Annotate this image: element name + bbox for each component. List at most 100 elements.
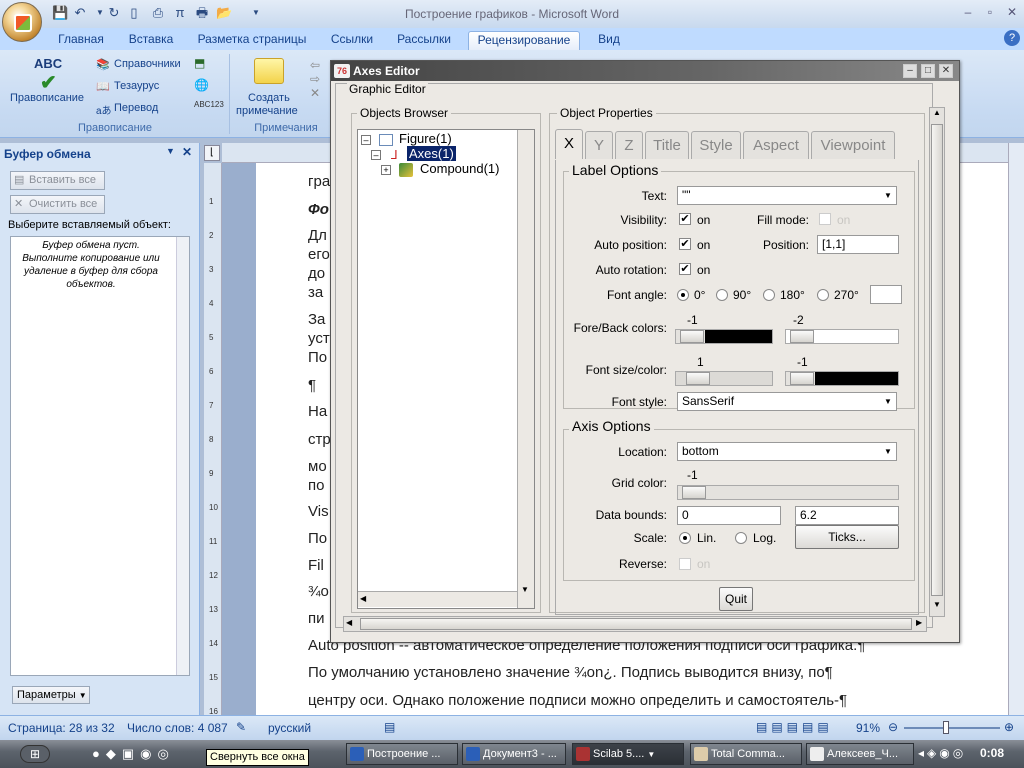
scroll-left-icon[interactable]: ◀ — [346, 618, 352, 627]
font-color-slider[interactable] — [785, 371, 899, 386]
spelling-button[interactable]: Правописание — [10, 92, 84, 104]
equation-icon[interactable]: π — [172, 5, 188, 21]
dialog-maximize-icon[interactable]: □ — [921, 64, 935, 78]
slider-thumb[interactable] — [686, 372, 710, 385]
clipboard-scrollbar[interactable] — [176, 237, 189, 675]
tree-scroll-left-icon[interactable]: ◀ — [360, 594, 366, 603]
thesaurus-button[interactable]: 📖 Тезаурус — [96, 80, 159, 93]
document-scrollbar[interactable] — [1008, 143, 1024, 715]
tree-hscroll[interactable]: ◀ — [358, 591, 517, 607]
angle-90-radio[interactable] — [716, 289, 728, 301]
tree-collapse-icon[interactable]: – — [361, 135, 371, 145]
tree-item-compound[interactable]: Compound(1) — [420, 161, 500, 176]
font-size-slider[interactable] — [675, 371, 773, 386]
open-icon[interactable]: 📂 — [216, 5, 232, 21]
dialog-vscroll[interactable]: ▲ ▼ — [929, 107, 945, 617]
tree-collapse-icon[interactable]: – — [371, 150, 381, 160]
taskbar-item-word2[interactable]: Документ3 - ... — [462, 743, 566, 765]
pane-options-icon[interactable]: ▼ — [166, 146, 175, 156]
slider-thumb[interactable] — [790, 330, 814, 343]
slider-thumb[interactable] — [682, 486, 706, 499]
macro-icon[interactable]: ▤ — [384, 720, 395, 734]
fill-mode-checkbox[interactable] — [819, 213, 831, 225]
translate-button[interactable]: aあ Перевод — [96, 102, 158, 117]
status-page[interactable]: Страница: 28 из 32 — [8, 721, 115, 735]
comment-nav-icons[interactable]: ⇦ ⇨ ✕ — [310, 58, 324, 118]
tree-scroll-down-icon[interactable]: ▼ — [521, 585, 529, 594]
help-icon[interactable]: ? — [1004, 30, 1020, 46]
tab-title[interactable]: Title — [645, 131, 689, 159]
tab-mailings[interactable]: Рассылки — [390, 31, 458, 50]
print-icon[interactable]: 🖶 — [194, 5, 210, 21]
status-words[interactable]: Число слов: 4 087 — [127, 721, 228, 735]
tab-viewpoint[interactable]: Viewpoint — [811, 131, 895, 159]
start-button[interactable]: ⊞ — [20, 745, 50, 763]
back-color-slider[interactable] — [785, 329, 899, 344]
pane-close-icon[interactable]: ✕ — [182, 145, 192, 159]
position-field[interactable]: [1,1] — [817, 235, 899, 254]
hscroll-thumb[interactable] — [360, 618, 912, 630]
angle-180-radio[interactable] — [763, 289, 775, 301]
tab-page-layout[interactable]: Разметка страницы — [193, 31, 311, 50]
new-comment-line2[interactable]: примечание — [236, 105, 298, 117]
grid-color-slider[interactable] — [677, 485, 899, 500]
text-combo[interactable]: "" ▼ — [677, 186, 897, 205]
data-bounds-min-field[interactable]: 0 — [677, 506, 781, 525]
vertical-ruler[interactable]: 1 2 3 4 5 6 7 8 9 10 11 12 13 14 15 16 — [204, 163, 222, 716]
taskbar-item-totalcmd[interactable]: Total Comma... — [690, 743, 802, 765]
slider-thumb[interactable] — [680, 330, 704, 343]
dialog-titlebar[interactable]: Axes Editor — [331, 61, 959, 81]
tree-vscroll[interactable]: ▼ — [517, 130, 534, 608]
references-button[interactable]: 📚 Справочники — [96, 58, 181, 71]
tab-y[interactable]: Y — [585, 131, 613, 159]
zoom-slider-thumb[interactable] — [943, 721, 949, 734]
data-bounds-max-field[interactable]: 6.2 — [795, 506, 899, 525]
redo-icon[interactable]: ↻ — [106, 5, 122, 21]
taskbar-item-scilab[interactable]: Scilab 5.... ▼ — [572, 743, 684, 765]
scroll-right-icon[interactable]: ▶ — [916, 618, 922, 627]
tab-review[interactable]: Рецензирование — [468, 31, 580, 50]
customize-toolbar-icon[interactable]: ▼ — [248, 5, 264, 21]
tab-z[interactable]: Z — [615, 131, 643, 159]
new-document-icon[interactable]: ▯ — [126, 5, 142, 21]
save-icon[interactable]: 💾 — [52, 5, 68, 21]
font-style-combo[interactable]: SansSerif ▼ — [677, 392, 897, 411]
parameters-button[interactable]: Параметры ▼ — [12, 686, 90, 704]
reverse-checkbox[interactable] — [679, 558, 691, 570]
print-preview-icon[interactable]: ⎙ — [150, 5, 166, 21]
taskbar-item-word1[interactable]: Построение ... — [346, 743, 458, 765]
zoom-level[interactable]: 91% — [856, 721, 880, 735]
language-icon[interactable]: 🌐 — [194, 78, 210, 94]
tab-home[interactable]: Главная — [52, 31, 110, 50]
tree-expand-icon[interactable]: + — [381, 165, 391, 175]
scale-lin-radio[interactable] — [679, 532, 691, 544]
auto-position-checkbox[interactable]: ✔ — [679, 238, 691, 250]
research-icon[interactable]: ⬒ — [194, 56, 210, 72]
auto-rotation-checkbox[interactable]: ✔ — [679, 263, 691, 275]
scroll-thumb[interactable] — [931, 124, 943, 596]
tab-insert[interactable]: Вставка — [120, 31, 182, 50]
office-button[interactable] — [2, 2, 42, 42]
slider-thumb[interactable] — [790, 372, 814, 385]
tab-x[interactable]: X — [555, 129, 583, 159]
tab-selector-icon[interactable]: ⌊ — [204, 145, 220, 161]
zoom-in-icon[interactable]: ⊕ — [1004, 720, 1014, 734]
angle-custom-field[interactable] — [870, 285, 902, 304]
scroll-up-icon[interactable]: ▲ — [930, 108, 944, 122]
dialog-hscroll[interactable]: ◀ ▶ — [343, 616, 927, 632]
visibility-checkbox[interactable]: ✔ — [679, 213, 691, 225]
tray-icons[interactable]: ◂◈◉◎ — [918, 746, 966, 760]
tab-references[interactable]: Ссылки — [324, 31, 380, 50]
tab-style[interactable]: Style — [691, 131, 741, 159]
minimize-icon[interactable]: – — [958, 3, 978, 21]
quit-button[interactable]: Quit — [719, 587, 753, 611]
scale-log-radio[interactable] — [735, 532, 747, 544]
tree-item-figure[interactable]: Figure(1) — [399, 131, 452, 146]
paste-all-button[interactable]: ▤ Вставить все — [10, 171, 105, 190]
word-count-icon[interactable]: ABC123 — [194, 100, 224, 116]
tab-aspect[interactable]: Aspect — [743, 131, 809, 159]
tree-item-axes[interactable]: Axes(1) — [407, 146, 456, 161]
zoom-out-icon[interactable]: ⊖ — [888, 720, 898, 734]
spellcheck-icon[interactable]: ✎ — [236, 720, 246, 734]
close-icon[interactable]: ✕ — [1002, 3, 1022, 21]
